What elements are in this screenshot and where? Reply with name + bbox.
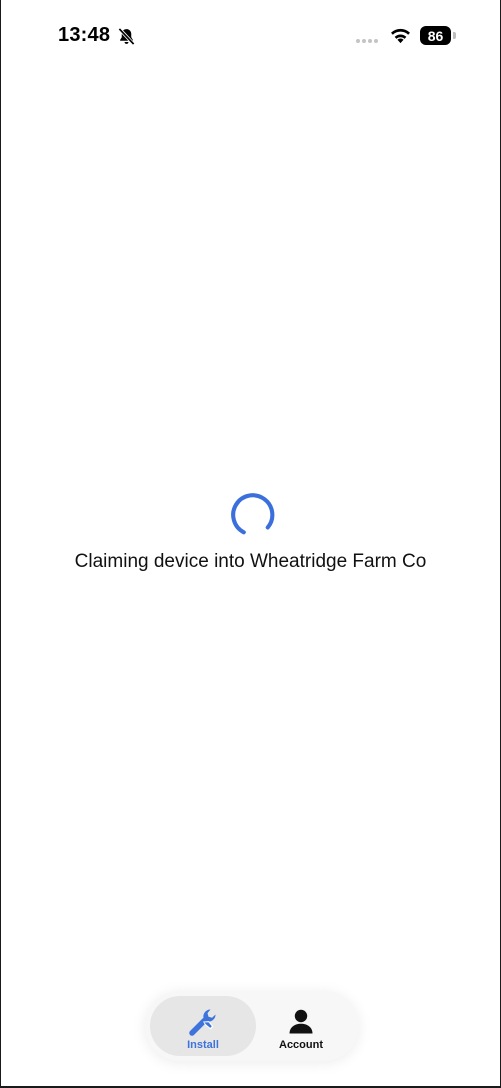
battery-cap (453, 32, 456, 39)
tab-account-label: Account (279, 1039, 323, 1051)
app-screen: 13:48 86 Claiming device into Wheatridge… (0, 0, 501, 1088)
status-time: 13:48 (58, 24, 111, 46)
bell-slash-icon (118, 27, 135, 46)
loading-spinner (231, 493, 275, 535)
battery-indicator: 86 (420, 26, 451, 45)
person-icon (289, 1009, 313, 1034)
loading-message: Claiming device into Wheatridge Farm Co (74, 551, 427, 572)
status-bar: 13:48 86 (1, 0, 500, 74)
battery-level: 86 (427, 27, 444, 44)
tab-install[interactable]: Install (150, 996, 256, 1056)
cellular-signal-icon (356, 39, 378, 43)
tab-account[interactable]: Account (248, 996, 354, 1056)
tab-bar: Install Account (145, 991, 359, 1061)
wrench-icon (189, 1009, 216, 1036)
wifi-icon (391, 28, 410, 44)
tab-install-label: Install (187, 1039, 219, 1051)
